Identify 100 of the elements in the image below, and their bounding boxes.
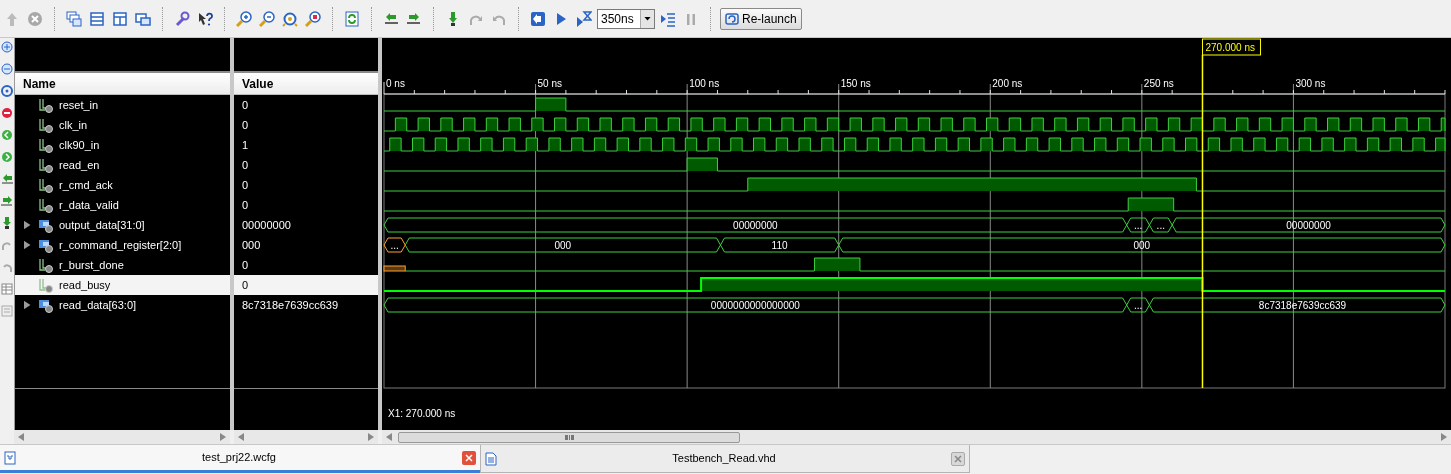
signal-icon <box>38 177 53 193</box>
bus-value: 00000000 <box>733 219 778 231</box>
refresh-icon[interactable] <box>344 10 360 27</box>
bus-value: 000 <box>1133 239 1151 251</box>
column-layout-icon[interactable] <box>112 10 128 27</box>
dropdown-caret-icon[interactable] <box>644 16 651 21</box>
column-header[interactable]: Name <box>15 73 230 95</box>
bus-value: 8c7318e7639cc639 <box>1258 299 1347 311</box>
arrow-right-icon[interactable] <box>406 10 422 27</box>
time-label: 150 ns <box>840 78 871 89</box>
signal-value: 0 <box>241 97 250 113</box>
scroll-right-icon[interactable] <box>368 433 374 441</box>
scroll-left-icon[interactable] <box>238 433 244 441</box>
signal-name: output_data[31:0] <box>59 217 145 233</box>
wrench-icon[interactable] <box>174 10 190 27</box>
signal-value: 1 <box>241 137 250 153</box>
bus-signal-icon <box>38 217 53 233</box>
run-for-icon[interactable] <box>576 10 592 27</box>
signal-name: read_en <box>59 157 100 173</box>
table-icon[interactable] <box>1 283 13 295</box>
signal-value: 0 <box>241 177 250 193</box>
signal-icon <box>38 117 53 133</box>
close-circle-icon[interactable] <box>27 10 43 27</box>
relaunch-button[interactable]: Re-launch <box>720 7 802 30</box>
scroll-right-icon[interactable] <box>220 433 226 441</box>
signal-value: 0 <box>234 275 378 295</box>
signal-icon <box>38 277 53 293</box>
cascade-windows-icon[interactable] <box>66 10 82 27</box>
minus-circle-icon[interactable] <box>1 107 13 119</box>
editor-tab[interactable]: Testbench_Read.vhd <box>480 445 970 473</box>
signal-icon <box>38 97 53 113</box>
signal-value: 000 <box>241 237 262 253</box>
scrollbar[interactable] <box>14 430 230 444</box>
editor-tab[interactable]: test_prj22.wcfg <box>0 445 480 473</box>
arrow-down-icon[interactable] <box>1 217 13 229</box>
plus-circle-icon[interactable] <box>1 41 13 53</box>
cursor-readout: X1: 270.000 ns <box>388 408 456 419</box>
tab-label: test_prj22.wcfg <box>201 450 277 466</box>
signal-name: read_data[63:0] <box>59 297 137 313</box>
signal-value: 00000000 <box>241 217 292 233</box>
bus-value: 0000000000000000 <box>710 299 800 311</box>
waveform-file-icon <box>4 450 16 465</box>
zoom-out-icon[interactable] <box>259 10 275 27</box>
forward-circle-icon[interactable] <box>1 151 13 163</box>
scrollbar[interactable] <box>382 430 1451 444</box>
arrow-right-icon[interactable] <box>1 195 13 207</box>
time-label: 300 ns <box>1295 78 1326 89</box>
close-icon[interactable] <box>951 451 965 466</box>
signal-name: clk_in <box>59 117 88 133</box>
signal-value: 0 <box>241 257 250 273</box>
scroll-left-icon[interactable] <box>386 433 392 441</box>
time-label: 0 ns <box>386 78 405 89</box>
signal-name: reset_in <box>59 97 99 113</box>
signal-name: r_cmd_ack <box>59 177 113 193</box>
signal-name: r_command_register[2:0] <box>59 237 182 253</box>
signal-name: r_data_valid <box>59 197 119 213</box>
bus-value: ... <box>1133 219 1143 231</box>
back-circle-icon[interactable] <box>1 129 13 141</box>
step-icon[interactable] <box>660 10 676 27</box>
time-label: 100 ns <box>689 78 720 89</box>
signal-name: r_burst_done <box>59 257 124 273</box>
bus-value: 00000000 <box>1286 219 1331 231</box>
zoom-in-icon[interactable] <box>236 10 252 27</box>
signal-icon <box>38 157 53 173</box>
signal-icon <box>38 257 53 273</box>
signal-value: 0 <box>241 117 250 133</box>
minus-circle-icon[interactable] <box>1 63 13 75</box>
help-icon[interactable] <box>197 10 213 27</box>
restart-icon[interactable] <box>530 10 546 27</box>
time-dropdown[interactable]: 350ns <box>597 8 655 29</box>
zoom-marker-icon[interactable] <box>305 10 321 27</box>
close-icon[interactable] <box>462 450 476 465</box>
bus-value: ... <box>390 239 399 251</box>
signal-name: clk90_in <box>59 137 100 153</box>
arrow-left-icon[interactable] <box>1 173 13 185</box>
scrollbar[interactable] <box>234 430 378 444</box>
float-window-icon[interactable] <box>135 10 151 27</box>
target-icon[interactable] <box>1 85 13 97</box>
scroll-left-icon[interactable] <box>18 433 24 441</box>
bus-value: 000 <box>554 239 572 251</box>
bus-signal-icon <box>38 297 53 313</box>
zoom-fit-icon[interactable] <box>282 10 298 27</box>
column-header[interactable]: Value <box>234 73 378 95</box>
scroll-thumb[interactable] <box>398 431 740 443</box>
relaunch-icon <box>725 11 739 26</box>
signal-icon <box>38 137 53 153</box>
cursor-line[interactable] <box>1201 54 1204 389</box>
time-label: 200 ns <box>992 78 1023 89</box>
document-icon <box>485 451 497 466</box>
signal-value: 0 <box>241 157 250 173</box>
scroll-right-icon[interactable] <box>1441 433 1447 441</box>
horizontal-layout-icon[interactable] <box>89 10 105 27</box>
bus-value: ... <box>1133 299 1143 311</box>
time-label: 250 ns <box>1143 78 1174 89</box>
cursor-label: 270.000 ns <box>1202 38 1261 56</box>
signal-icon <box>38 197 53 213</box>
bus-signal-icon <box>38 237 53 253</box>
bus-value: 110 <box>771 239 788 251</box>
signal-value: 8c7318e7639cc639 <box>241 297 340 313</box>
selected-row[interactable]: read_busy <box>15 275 230 295</box>
